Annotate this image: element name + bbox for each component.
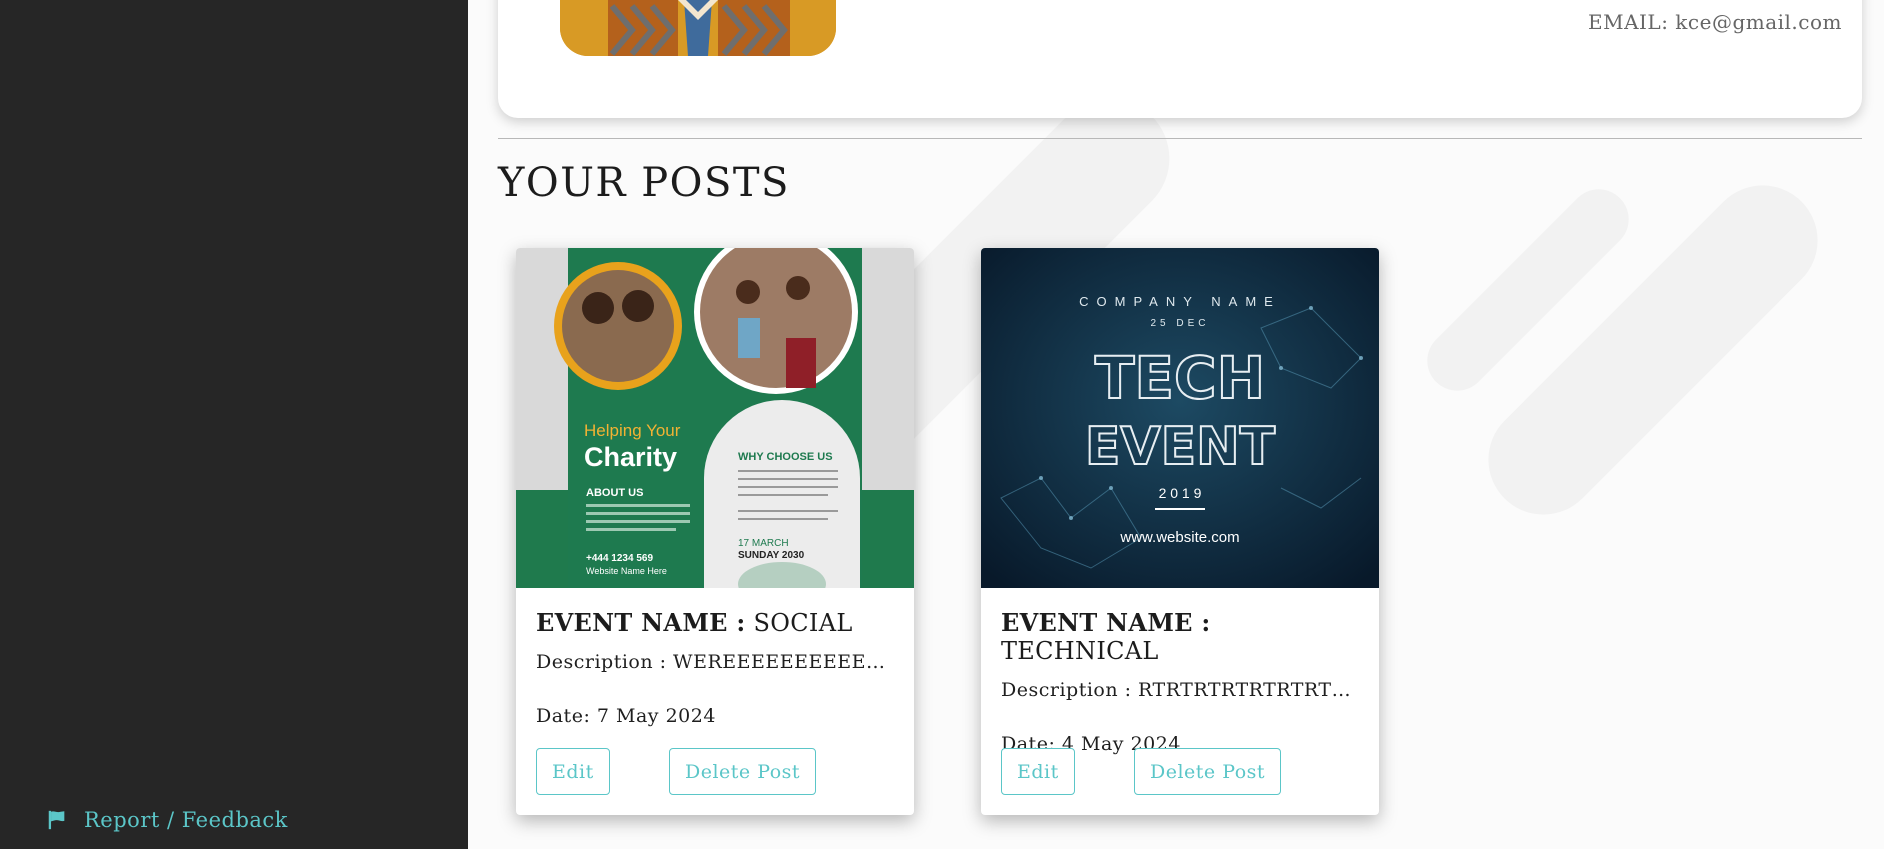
- event-name-label: EVENT NAME :: [536, 608, 746, 637]
- edit-button[interactable]: Edit: [1001, 748, 1075, 795]
- poster-date-1: 17 MARCH: [738, 538, 789, 549]
- post-card: COMPANY NAME 25 DEC TECH EVENT 2 0 1 9 w…: [981, 248, 1379, 815]
- poster-why: WHY CHOOSE US: [738, 451, 833, 463]
- post-date: Date: 7 May 2024: [536, 705, 716, 727]
- post-body: EVENT NAME : TECHNICAL Description : RTR…: [981, 588, 1379, 775]
- poster-about: ABOUT US: [586, 487, 643, 499]
- event-name-label: EVENT NAME :: [1001, 608, 1211, 637]
- poster-website: Website Name Here: [586, 566, 667, 576]
- post-description: Description : WEREEEEEEEEEEEEEEEEE: [536, 651, 894, 673]
- main-content: EMAIL: kce@gmail.com YOUR POSTS Helping …: [468, 0, 1884, 849]
- delete-post-button[interactable]: Delete Post: [669, 748, 817, 795]
- post-title: EVENT NAME : SOCIAL: [536, 608, 894, 637]
- poster-website: www.website.com: [1119, 529, 1239, 546]
- flag-icon: [48, 810, 65, 830]
- poster-year: 2 0 1 9: [1159, 485, 1202, 501]
- poster-line-2: EVENT: [1085, 417, 1276, 477]
- poster-date-2: SUNDAY 2030: [738, 550, 805, 561]
- poster-heading-small: Helping Your: [584, 421, 681, 440]
- post-title: EVENT NAME : TECHNICAL: [1001, 608, 1359, 665]
- post-image: COMPANY NAME 25 DEC TECH EVENT 2 0 1 9 w…: [981, 248, 1379, 588]
- poster-date: 25 DEC: [1150, 318, 1209, 329]
- post-image: Helping Your Charity ABOUT US WHY CHOOSE…: [516, 248, 914, 588]
- event-name-value: TECHNICAL: [1001, 637, 1159, 665]
- post-card: Helping Your Charity ABOUT US WHY CHOOSE…: [516, 248, 914, 815]
- edit-button[interactable]: Edit: [536, 748, 610, 795]
- post-description: Description : RTRTRTRTRTRTRTRTR: [1001, 679, 1359, 701]
- post-body: EVENT NAME : SOCIAL Description : WEREEE…: [516, 588, 914, 747]
- report-feedback-label: Report / Feedback: [84, 808, 288, 832]
- avatar: [560, 0, 836, 56]
- profile-card: EMAIL: kce@gmail.com: [498, 0, 1862, 118]
- event-name-value: SOCIAL: [753, 609, 853, 637]
- poster-heading-big: Charity: [584, 442, 677, 472]
- divider: [498, 138, 1862, 139]
- section-title: YOUR POSTS: [498, 160, 790, 206]
- delete-post-button[interactable]: Delete Post: [1134, 748, 1282, 795]
- poster-phone: +444 1234 569: [586, 553, 653, 564]
- report-feedback-link[interactable]: Report / Feedback: [46, 808, 288, 832]
- background-decoration: [1466, 163, 1841, 538]
- poster-company: COMPANY NAME: [1079, 294, 1281, 309]
- poster-line-1: TECH: [1095, 344, 1265, 412]
- sidebar: Report / Feedback: [0, 0, 468, 849]
- profile-email: EMAIL: kce@gmail.com: [1587, 10, 1842, 34]
